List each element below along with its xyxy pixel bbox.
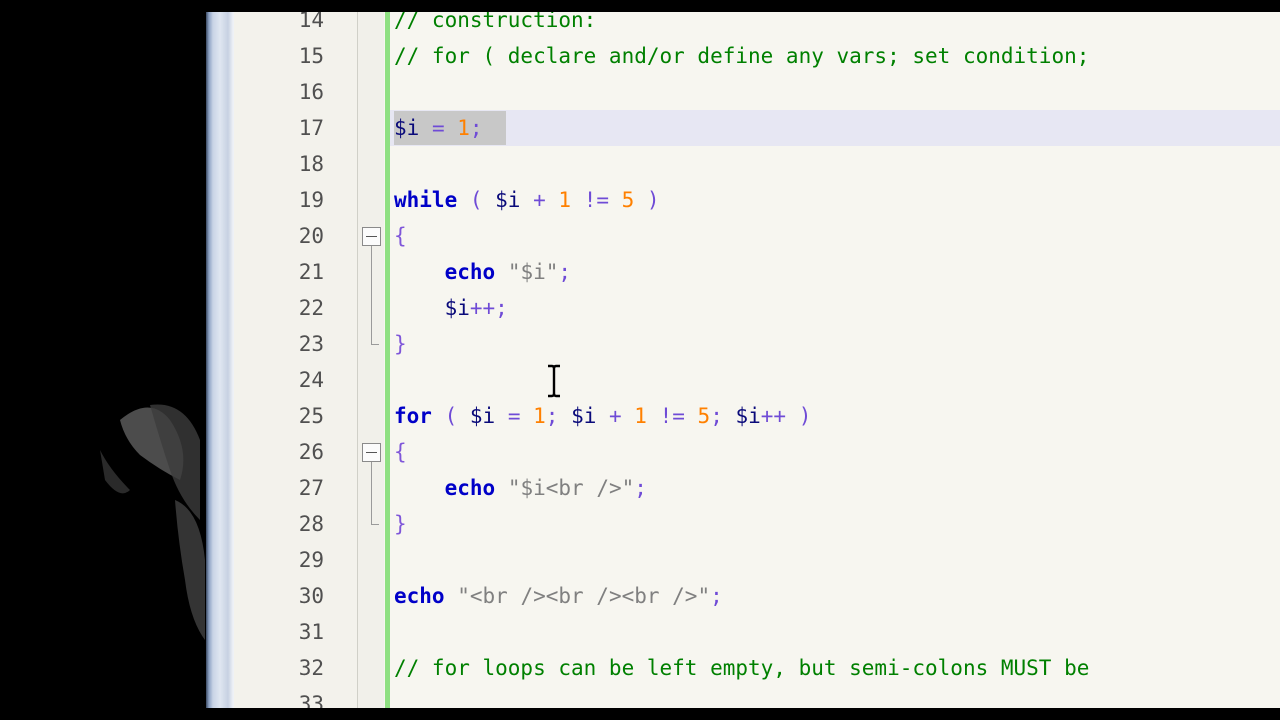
code-token-op: !=: [646, 404, 698, 428]
code-token-op: +: [520, 188, 559, 212]
line-number: 25: [298, 404, 324, 428]
code-line[interactable]: {: [394, 434, 407, 470]
code-token-op: ++ ): [760, 404, 812, 428]
code-token-comment: // for ( declare and/or define any vars;…: [394, 44, 1090, 68]
code-token-var: $i: [394, 116, 420, 140]
code-token-op: (: [457, 188, 496, 212]
code-token-kw: while: [394, 188, 458, 212]
code-token-op: (: [431, 404, 470, 428]
code-line[interactable]: // for loops can be left empty, but semi…: [394, 650, 1089, 686]
code-token-op: ++;: [469, 296, 508, 320]
fold-minus-icon[interactable]: [362, 227, 381, 246]
code-token-comment: // construction:: [394, 12, 597, 32]
text-ibeam-cursor-icon: [548, 364, 560, 398]
line-number: 14: [298, 12, 324, 32]
code-token-brace: {: [394, 224, 407, 248]
fold-guide-line: [371, 246, 372, 344]
line-number: 17: [298, 116, 324, 140]
code-token-str: "$i": [507, 260, 559, 284]
code-token-var: $i: [444, 296, 470, 320]
line-number: 18: [298, 152, 324, 176]
fold-end-marker: [371, 344, 379, 345]
line-number: 29: [298, 548, 324, 572]
code-token-op: ;: [545, 404, 572, 428]
background-dark-area: [0, 0, 206, 720]
code-line[interactable]: $i++;: [394, 290, 508, 326]
code-token-kw: echo: [444, 476, 496, 500]
code-token-op: [394, 260, 445, 284]
code-line[interactable]: echo "$i<br />";: [394, 470, 647, 506]
fold-end-marker: [371, 524, 379, 525]
code-token-op: ;: [710, 404, 736, 428]
code-line[interactable]: echo "$i";: [394, 254, 571, 290]
code-line[interactable]: echo "<br /><br /><br />";: [394, 578, 723, 614]
code-token-op: ;: [634, 476, 647, 500]
code-token-var: $i: [469, 404, 496, 428]
code-token-op: [394, 296, 445, 320]
line-number: 26: [298, 440, 324, 464]
code-token-kw: for: [394, 404, 432, 428]
line-number: 15: [298, 44, 324, 68]
code-token-op: [495, 260, 508, 284]
line-number: 23: [298, 332, 324, 356]
code-line[interactable]: while ( $i + 1 != 5 ): [394, 182, 660, 218]
decorative-mask-graphic: [100, 404, 205, 640]
code-editor[interactable]: 14// construction: 15// for ( declare and…: [234, 12, 1280, 708]
code-token-num: 1: [558, 188, 572, 212]
code-token-num: 5: [621, 188, 635, 212]
code-token-op: =: [495, 404, 534, 428]
code-token-num: 1: [533, 404, 546, 428]
code-token-num: 5: [697, 404, 711, 428]
line-number: 22: [298, 296, 324, 320]
fold-guide-line: [371, 462, 372, 524]
line-number: 28: [298, 512, 324, 536]
code-token-num: 1: [634, 404, 647, 428]
code-token-op: [445, 584, 458, 608]
code-line[interactable]: $i = 1;: [394, 110, 483, 146]
line-number: 24: [298, 368, 324, 392]
code-token-op: !=: [571, 188, 622, 212]
line-number: 27: [298, 476, 324, 500]
code-token-str: "<br /><br /><br />": [457, 584, 711, 608]
code-token-var: $i: [571, 404, 597, 428]
code-token-var: $i: [495, 188, 521, 212]
code-token-op: ): [634, 188, 660, 212]
code-line[interactable]: // for ( declare and/or define any vars;…: [394, 38, 1089, 74]
code-token-brace: }: [394, 512, 407, 536]
line-number: 30: [298, 584, 324, 608]
line-number: 19: [298, 188, 324, 212]
line-number: 20: [298, 224, 324, 248]
code-token-op: ;: [469, 116, 483, 140]
fold-margin: [358, 12, 384, 708]
line-number: 32: [298, 656, 324, 680]
code-token-op: [394, 476, 445, 500]
code-token-brace: }: [394, 332, 407, 356]
code-token-op: =: [419, 116, 458, 140]
code-token-op: +: [596, 404, 635, 428]
code-token-op: ;: [710, 584, 723, 608]
line-number: 33: [298, 692, 324, 708]
code-token-num: 1: [457, 116, 470, 140]
line-number: 31: [298, 620, 324, 644]
code-token-op: ;: [558, 260, 572, 284]
code-token-op: [495, 476, 508, 500]
window-frame-edge: [206, 12, 234, 708]
fold-minus-icon[interactable]: [362, 443, 381, 462]
code-line[interactable]: {: [394, 218, 407, 254]
code-line[interactable]: }: [394, 506, 407, 542]
code-line[interactable]: }: [394, 326, 407, 362]
code-token-kw: echo: [394, 584, 445, 608]
code-line[interactable]: // construction:: [394, 12, 596, 38]
line-number: 21: [298, 260, 324, 284]
code-line[interactable]: for ( $i = 1; $i + 1 != 5; $i++ ): [394, 398, 811, 434]
code-token-str: "$i<br />": [507, 476, 635, 500]
code-token-var: $i: [735, 404, 761, 428]
line-number: 16: [298, 80, 324, 104]
code-token-kw: echo: [444, 260, 496, 284]
code-token-comment: // for loops can be left empty, but semi…: [394, 656, 1090, 680]
code-token-brace: {: [394, 440, 407, 464]
current-line-highlight: [390, 110, 1280, 146]
